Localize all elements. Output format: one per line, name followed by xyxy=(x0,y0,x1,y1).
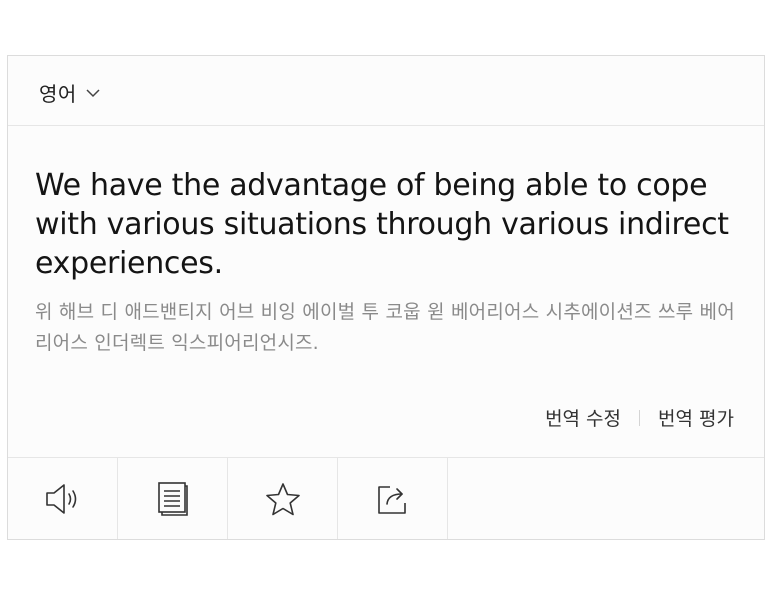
chevron-down-icon xyxy=(85,85,101,101)
divider xyxy=(639,409,641,426)
language-bar: 영어 xyxy=(8,56,764,126)
share-button[interactable] xyxy=(338,458,448,539)
share-icon xyxy=(376,482,410,516)
translation-content: We have the advantage of being able to c… xyxy=(35,166,745,359)
speaker-icon xyxy=(44,482,82,516)
copy-button[interactable] xyxy=(118,458,228,539)
pronunciation-text: 위 해브 디 애드밴티지 어브 비잉 에이벌 투 코웁 윋 베어리어스 시추에이… xyxy=(35,301,735,354)
result-toolbar xyxy=(8,457,764,539)
rate-translation-link[interactable]: 번역 평가 xyxy=(658,404,734,431)
favorite-button[interactable] xyxy=(228,458,338,539)
language-selector[interactable]: 영어 xyxy=(39,78,101,107)
copy-icon xyxy=(156,481,190,517)
translation-actions: 번역 수정 번역 평가 xyxy=(545,404,734,431)
translated-text: We have the advantage of being able to c… xyxy=(35,168,729,281)
translation-result-card: 영어 We have the advantage of being able t… xyxy=(7,55,765,540)
star-icon xyxy=(265,482,301,516)
language-label: 영어 xyxy=(39,82,77,106)
listen-button[interactable] xyxy=(8,458,118,539)
edit-translation-link[interactable]: 번역 수정 xyxy=(545,404,621,431)
